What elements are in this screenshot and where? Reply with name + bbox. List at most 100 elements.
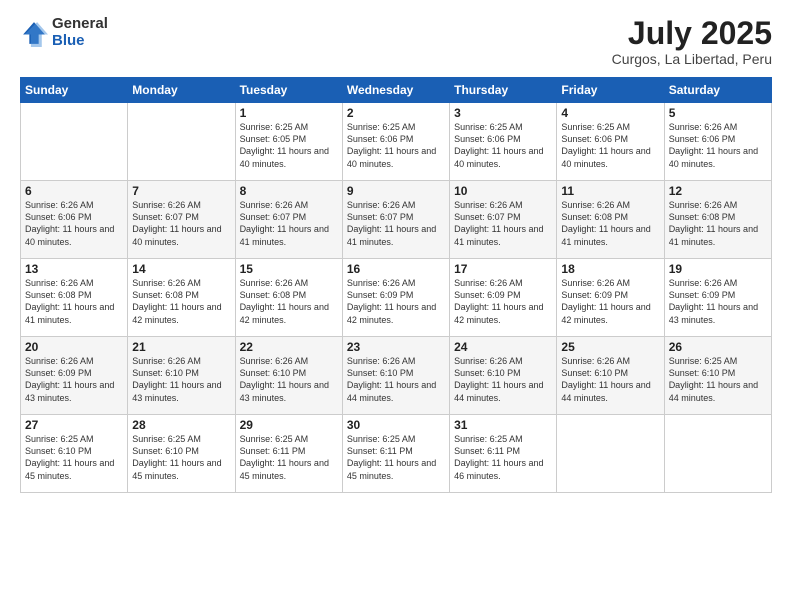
day-info: Sunrise: 6:25 AM Sunset: 6:11 PM Dayligh… [347,433,445,482]
day-info: Sunrise: 6:26 AM Sunset: 6:06 PM Dayligh… [25,199,123,248]
calendar-header-tuesday: Tuesday [235,78,342,103]
logo-text: General Blue [52,16,108,49]
calendar-header-monday: Monday [128,78,235,103]
day-number: 29 [240,418,338,432]
day-number: 4 [561,106,659,120]
day-number: 14 [132,262,230,276]
day-info: Sunrise: 6:26 AM Sunset: 6:06 PM Dayligh… [669,121,767,170]
calendar-cell [128,103,235,181]
day-number: 16 [347,262,445,276]
day-info: Sunrise: 6:26 AM Sunset: 6:10 PM Dayligh… [561,355,659,404]
day-info: Sunrise: 6:25 AM Sunset: 6:06 PM Dayligh… [454,121,552,170]
calendar-cell: 28Sunrise: 6:25 AM Sunset: 6:10 PM Dayli… [128,415,235,493]
day-number: 31 [454,418,552,432]
day-info: Sunrise: 6:25 AM Sunset: 6:10 PM Dayligh… [132,433,230,482]
logo-blue-text: Blue [52,33,108,50]
day-info: Sunrise: 6:26 AM Sunset: 6:09 PM Dayligh… [561,277,659,326]
day-info: Sunrise: 6:26 AM Sunset: 6:07 PM Dayligh… [454,199,552,248]
day-info: Sunrise: 6:25 AM Sunset: 6:10 PM Dayligh… [25,433,123,482]
day-info: Sunrise: 6:25 AM Sunset: 6:10 PM Dayligh… [669,355,767,404]
day-number: 23 [347,340,445,354]
day-info: Sunrise: 6:25 AM Sunset: 6:06 PM Dayligh… [561,121,659,170]
day-number: 12 [669,184,767,198]
day-number: 19 [669,262,767,276]
day-info: Sunrise: 6:26 AM Sunset: 6:08 PM Dayligh… [240,277,338,326]
day-info: Sunrise: 6:26 AM Sunset: 6:09 PM Dayligh… [669,277,767,326]
calendar-cell [21,103,128,181]
day-number: 5 [669,106,767,120]
logo: General Blue [20,16,108,49]
day-number: 18 [561,262,659,276]
calendar-header-thursday: Thursday [450,78,557,103]
logo-general-text: General [52,16,108,33]
day-number: 21 [132,340,230,354]
day-info: Sunrise: 6:26 AM Sunset: 6:07 PM Dayligh… [240,199,338,248]
day-info: Sunrise: 6:26 AM Sunset: 6:10 PM Dayligh… [132,355,230,404]
calendar-cell [664,415,771,493]
day-info: Sunrise: 6:26 AM Sunset: 6:08 PM Dayligh… [561,199,659,248]
calendar-cell: 22Sunrise: 6:26 AM Sunset: 6:10 PM Dayli… [235,337,342,415]
calendar-header-row: SundayMondayTuesdayWednesdayThursdayFrid… [21,78,772,103]
day-number: 2 [347,106,445,120]
calendar-cell: 19Sunrise: 6:26 AM Sunset: 6:09 PM Dayli… [664,259,771,337]
calendar-week-row: 6Sunrise: 6:26 AM Sunset: 6:06 PM Daylig… [21,181,772,259]
day-info: Sunrise: 6:25 AM Sunset: 6:11 PM Dayligh… [454,433,552,482]
calendar-header-saturday: Saturday [664,78,771,103]
calendar-cell: 16Sunrise: 6:26 AM Sunset: 6:09 PM Dayli… [342,259,449,337]
day-number: 30 [347,418,445,432]
day-info: Sunrise: 6:25 AM Sunset: 6:06 PM Dayligh… [347,121,445,170]
calendar-cell: 24Sunrise: 6:26 AM Sunset: 6:10 PM Dayli… [450,337,557,415]
calendar-header-wednesday: Wednesday [342,78,449,103]
title-month: July 2025 [612,16,772,51]
calendar-cell: 8Sunrise: 6:26 AM Sunset: 6:07 PM Daylig… [235,181,342,259]
day-number: 26 [669,340,767,354]
day-number: 8 [240,184,338,198]
day-number: 25 [561,340,659,354]
calendar-week-row: 27Sunrise: 6:25 AM Sunset: 6:10 PM Dayli… [21,415,772,493]
day-info: Sunrise: 6:26 AM Sunset: 6:09 PM Dayligh… [454,277,552,326]
calendar-cell: 6Sunrise: 6:26 AM Sunset: 6:06 PM Daylig… [21,181,128,259]
day-number: 11 [561,184,659,198]
day-number: 15 [240,262,338,276]
calendar-cell: 15Sunrise: 6:26 AM Sunset: 6:08 PM Dayli… [235,259,342,337]
calendar-week-row: 20Sunrise: 6:26 AM Sunset: 6:09 PM Dayli… [21,337,772,415]
calendar-cell: 31Sunrise: 6:25 AM Sunset: 6:11 PM Dayli… [450,415,557,493]
calendar-week-row: 13Sunrise: 6:26 AM Sunset: 6:08 PM Dayli… [21,259,772,337]
day-number: 3 [454,106,552,120]
day-info: Sunrise: 6:26 AM Sunset: 6:07 PM Dayligh… [132,199,230,248]
calendar-cell: 17Sunrise: 6:26 AM Sunset: 6:09 PM Dayli… [450,259,557,337]
calendar-header-friday: Friday [557,78,664,103]
title-location: Curgos, La Libertad, Peru [612,51,772,67]
calendar-week-row: 1Sunrise: 6:25 AM Sunset: 6:05 PM Daylig… [21,103,772,181]
calendar-cell: 11Sunrise: 6:26 AM Sunset: 6:08 PM Dayli… [557,181,664,259]
day-number: 7 [132,184,230,198]
calendar-cell: 13Sunrise: 6:26 AM Sunset: 6:08 PM Dayli… [21,259,128,337]
day-info: Sunrise: 6:26 AM Sunset: 6:07 PM Dayligh… [347,199,445,248]
day-number: 6 [25,184,123,198]
calendar-cell: 26Sunrise: 6:25 AM Sunset: 6:10 PM Dayli… [664,337,771,415]
calendar-cell: 2Sunrise: 6:25 AM Sunset: 6:06 PM Daylig… [342,103,449,181]
calendar-cell: 29Sunrise: 6:25 AM Sunset: 6:11 PM Dayli… [235,415,342,493]
title-block: July 2025 Curgos, La Libertad, Peru [612,16,772,67]
calendar-cell: 4Sunrise: 6:25 AM Sunset: 6:06 PM Daylig… [557,103,664,181]
day-info: Sunrise: 6:26 AM Sunset: 6:10 PM Dayligh… [454,355,552,404]
calendar-cell: 14Sunrise: 6:26 AM Sunset: 6:08 PM Dayli… [128,259,235,337]
day-info: Sunrise: 6:26 AM Sunset: 6:08 PM Dayligh… [669,199,767,248]
calendar-cell: 27Sunrise: 6:25 AM Sunset: 6:10 PM Dayli… [21,415,128,493]
logo-icon [20,19,48,47]
day-number: 27 [25,418,123,432]
day-info: Sunrise: 6:25 AM Sunset: 6:05 PM Dayligh… [240,121,338,170]
calendar-cell: 5Sunrise: 6:26 AM Sunset: 6:06 PM Daylig… [664,103,771,181]
day-info: Sunrise: 6:26 AM Sunset: 6:10 PM Dayligh… [240,355,338,404]
calendar-cell: 3Sunrise: 6:25 AM Sunset: 6:06 PM Daylig… [450,103,557,181]
day-info: Sunrise: 6:26 AM Sunset: 6:08 PM Dayligh… [25,277,123,326]
calendar-cell [557,415,664,493]
day-number: 24 [454,340,552,354]
day-info: Sunrise: 6:25 AM Sunset: 6:11 PM Dayligh… [240,433,338,482]
day-number: 13 [25,262,123,276]
page: General Blue July 2025 Curgos, La Libert… [0,0,792,612]
calendar-cell: 12Sunrise: 6:26 AM Sunset: 6:08 PM Dayli… [664,181,771,259]
day-info: Sunrise: 6:26 AM Sunset: 6:08 PM Dayligh… [132,277,230,326]
calendar-cell: 18Sunrise: 6:26 AM Sunset: 6:09 PM Dayli… [557,259,664,337]
day-number: 10 [454,184,552,198]
